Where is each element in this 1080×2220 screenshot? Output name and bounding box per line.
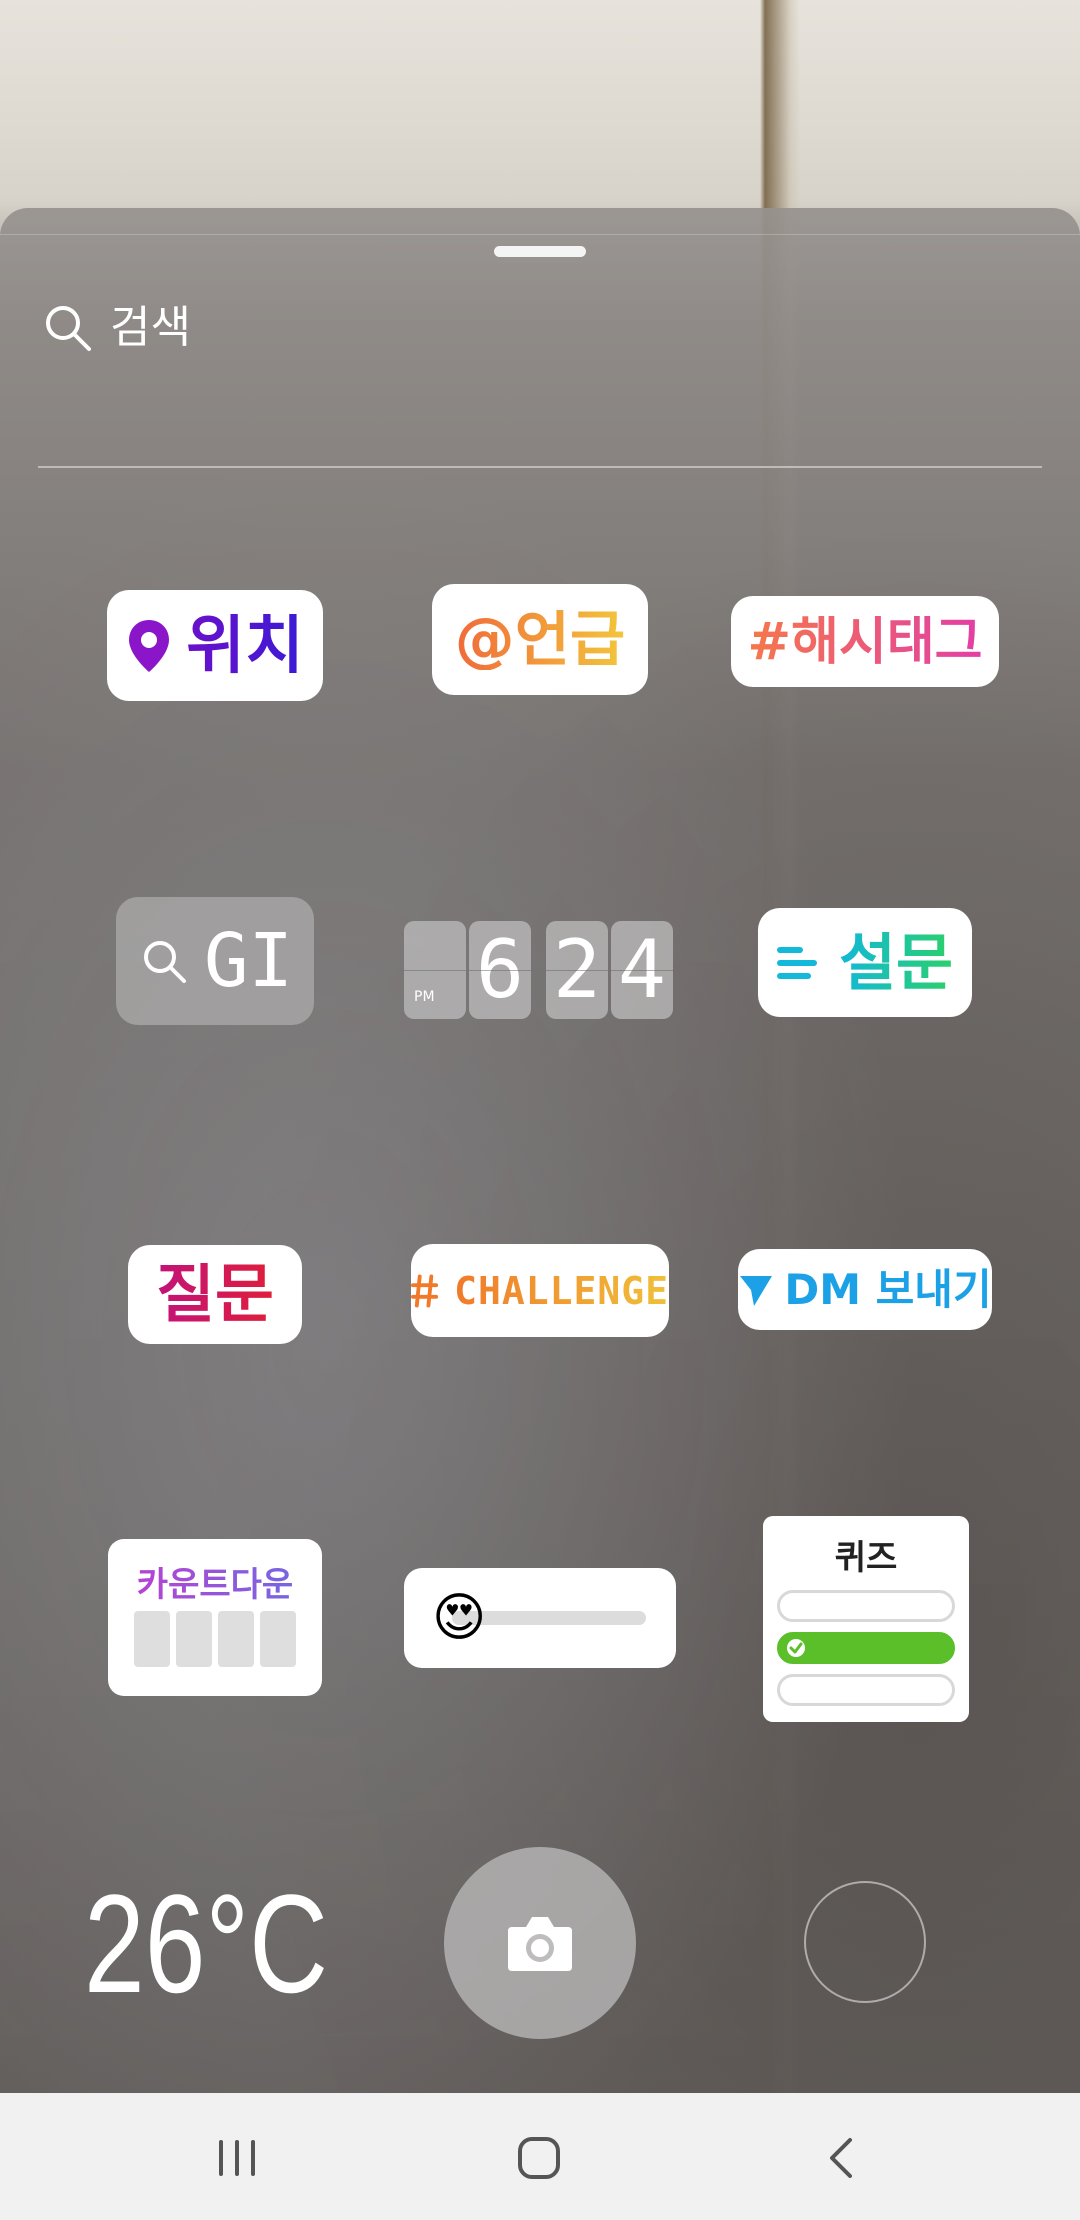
countdown-label: 카운트다운 — [108, 1557, 322, 1606]
search-divider — [38, 466, 1042, 468]
question-label: 질문 — [156, 1257, 274, 1332]
quiz-label: 퀴즈 — [834, 1538, 898, 1578]
capture-button[interactable] — [444, 1847, 636, 2039]
poll-lines-icon — [776, 946, 817, 979]
temperature-sticker[interactable]: 26°C — [84, 1864, 328, 2024]
quiz-option — [777, 1590, 955, 1622]
time-card: 4 — [611, 921, 673, 1019]
gif-sticker[interactable]: GI — [116, 897, 314, 1025]
time-card-divider — [404, 970, 466, 971]
countdown-sticker[interactable]: 카운트다운 — [108, 1539, 322, 1696]
search-icon — [144, 941, 186, 983]
poll-label: 설문 — [838, 925, 954, 999]
time-sticker[interactable]: PM 6 2 4 — [404, 921, 674, 1019]
question-sticker[interactable]: 질문 — [128, 1245, 302, 1344]
drag-handle[interactable] — [494, 246, 586, 257]
poll-sticker[interactable]: 설문 — [758, 908, 972, 1017]
time-card-divider — [546, 970, 608, 971]
recent-apps-icon — [219, 2140, 255, 2176]
time-card: 6 — [469, 921, 531, 1019]
quiz-option — [777, 1674, 955, 1706]
countdown-box — [134, 1611, 170, 1667]
search-input[interactable]: 검색 — [110, 296, 191, 360]
time-card-divider — [611, 970, 673, 971]
recent-apps-button[interactable] — [202, 2123, 272, 2193]
countdown-box — [218, 1611, 254, 1667]
tray-edge — [0, 234, 1080, 235]
search-icon — [46, 306, 91, 351]
emoji-slider-sticker[interactable]: 😍 — [404, 1568, 676, 1668]
hashtag-label: #해시태그 — [747, 611, 983, 672]
slider-emoji[interactable]: 😍 — [432, 1586, 486, 1650]
challenge-hash-icon — [411, 1274, 439, 1307]
mode-circle-button[interactable] — [804, 1881, 926, 2003]
check-icon — [787, 1639, 805, 1657]
search-bar[interactable]: 검색 — [38, 292, 1042, 468]
system-nav-bar — [0, 2093, 1080, 2220]
location-pin-icon — [129, 619, 170, 672]
dm-label: DM 보내기 — [784, 1264, 992, 1314]
time-card-divider — [469, 970, 531, 971]
challenge-label: CHALLENGE — [454, 1268, 669, 1313]
quiz-sticker[interactable]: 퀴즈 — [763, 1516, 969, 1722]
time-card: PM — [404, 921, 466, 1019]
sticker-tray: 검색 — [0, 208, 1080, 2093]
back-button[interactable] — [806, 2123, 876, 2193]
time-card: 2 — [546, 921, 608, 1019]
send-icon — [740, 1275, 773, 1306]
location-sticker[interactable]: 위치 — [107, 590, 323, 701]
location-label: 위치 — [186, 608, 304, 683]
mention-label: @언급 — [454, 604, 626, 675]
camera-icon — [508, 1917, 572, 1971]
challenge-sticker[interactable]: CHALLENGE — [411, 1244, 669, 1337]
gif-label: GI — [204, 918, 294, 1004]
home-button[interactable] — [504, 2123, 574, 2193]
back-icon — [830, 2138, 852, 2178]
dm-sticker[interactable]: DM 보내기 — [738, 1249, 992, 1330]
home-icon — [518, 2137, 560, 2179]
countdown-box — [176, 1611, 212, 1667]
quiz-option-correct — [777, 1632, 955, 1664]
mention-sticker[interactable]: @언급 — [432, 584, 648, 695]
hashtag-sticker[interactable]: #해시태그 — [731, 596, 999, 687]
time-period: PM — [414, 989, 435, 1005]
countdown-box — [260, 1611, 296, 1667]
